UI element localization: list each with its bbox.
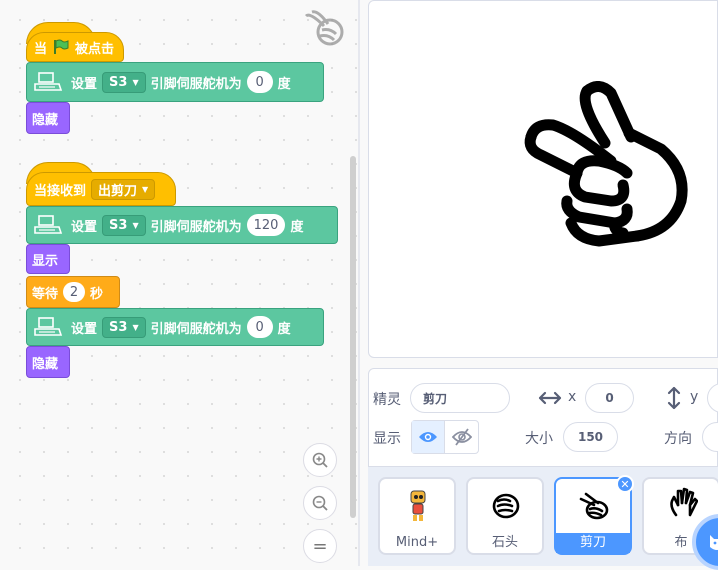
hide-block[interactable]: 隐藏 bbox=[26, 346, 70, 378]
green-flag-icon bbox=[54, 39, 69, 54]
sprite-tile-name: 剪刀 bbox=[556, 533, 630, 553]
message-dropdown[interactable]: 出剪刀 ▼ bbox=[91, 178, 156, 200]
show-hidden-button[interactable] bbox=[445, 421, 478, 453]
size-label: 大小 bbox=[525, 431, 553, 447]
when-flag-clicked-block[interactable]: 当 被点击 bbox=[26, 32, 124, 62]
servo-text: 引脚伺服舵机为 bbox=[150, 76, 242, 92]
sprite-tile-rock[interactable]: 石头 bbox=[466, 477, 544, 555]
delete-sprite-button[interactable]: ✕ bbox=[616, 475, 634, 493]
hide-label: 隐藏 bbox=[32, 112, 59, 128]
sprite-name-value: 剪刀 bbox=[423, 391, 448, 406]
servo-text: 引脚伺服舵机为 bbox=[150, 321, 242, 337]
horizontal-arrows-icon bbox=[538, 391, 562, 405]
x-label: x bbox=[568, 389, 577, 405]
show-toggle bbox=[411, 420, 479, 454]
set-label: 设置 bbox=[71, 219, 98, 235]
degree-label: 度 bbox=[290, 219, 304, 235]
zoom-in-button[interactable] bbox=[303, 443, 337, 477]
sprite-tile-mindplus[interactable]: Mind+ bbox=[378, 477, 456, 555]
caret-down-icon: ▼ bbox=[132, 77, 139, 87]
caret-down-icon: ▼ bbox=[132, 322, 139, 332]
zoom-out-button[interactable] bbox=[303, 486, 337, 520]
direction-label: 方向 bbox=[664, 431, 692, 447]
pin-value: S3 bbox=[109, 217, 128, 233]
zoom-reset-icon: = bbox=[312, 535, 328, 557]
workspace-scrollbar[interactable] bbox=[350, 156, 356, 518]
hide-block[interactable]: 隐藏 bbox=[26, 102, 70, 134]
set-servo-block[interactable]: 设置 S3 ▼ 引脚伺服舵机为 0 度 bbox=[26, 62, 324, 102]
show-block[interactable]: 显示 bbox=[26, 244, 70, 274]
size-value: 150 bbox=[577, 430, 604, 444]
vertical-arrows-icon bbox=[667, 386, 681, 410]
set-servo-block[interactable]: 设置 S3 ▼ 引脚伺服舵机为 120 度 bbox=[26, 206, 338, 244]
eye-icon bbox=[419, 432, 437, 442]
caret-down-icon: ▼ bbox=[132, 220, 139, 230]
wait-seconds-input[interactable]: 2 bbox=[63, 282, 86, 302]
angle-input[interactable]: 0 bbox=[246, 71, 273, 93]
hat-suffix: 被点击 bbox=[75, 41, 115, 57]
angle-input[interactable]: 120 bbox=[246, 214, 286, 236]
sprite-tile-scissors[interactable]: 剪刀 ✕ bbox=[554, 475, 634, 555]
pin-value: S3 bbox=[109, 319, 128, 335]
show-visible-button[interactable] bbox=[412, 421, 446, 453]
paper-hand-icon bbox=[670, 487, 698, 517]
zoom-in-icon bbox=[312, 452, 328, 468]
caret-down-icon: ▼ bbox=[142, 184, 149, 194]
stage[interactable] bbox=[368, 0, 718, 358]
set-label: 设置 bbox=[71, 76, 98, 92]
device-icon bbox=[34, 215, 63, 234]
angle-input[interactable]: 0 bbox=[246, 316, 273, 338]
servo-text: 引脚伺服舵机为 bbox=[150, 219, 242, 235]
cat-icon bbox=[710, 535, 718, 550]
eye-hidden-icon bbox=[451, 428, 472, 446]
scissors-hand-sprite[interactable] bbox=[519, 81, 689, 261]
zoom-reset-button[interactable]: = bbox=[303, 529, 337, 563]
pin-dropdown[interactable]: S3 ▼ bbox=[102, 71, 146, 93]
current-sprite-watermark-icon bbox=[304, 10, 344, 46]
sprite-tile-name: Mind+ bbox=[395, 535, 439, 550]
show-label: 显示 bbox=[32, 253, 59, 269]
hat-prefix: 当 bbox=[34, 41, 48, 57]
degree-label: 度 bbox=[277, 321, 291, 337]
hide-label: 隐藏 bbox=[32, 356, 59, 372]
sprite-label: 精灵 bbox=[373, 392, 401, 408]
robot-sprite-icon bbox=[410, 490, 426, 521]
device-icon bbox=[34, 317, 63, 336]
device-icon bbox=[34, 72, 63, 91]
pin-dropdown[interactable]: S3 ▼ bbox=[102, 214, 146, 236]
y-label: y bbox=[690, 389, 699, 405]
size-input[interactable]: 150 bbox=[563, 422, 618, 452]
rock-hand-icon bbox=[492, 493, 520, 519]
when-receive-block[interactable]: 当接收到 出剪刀 ▼ bbox=[26, 172, 176, 206]
set-servo-block[interactable]: 设置 S3 ▼ 引脚伺服舵机为 0 度 bbox=[26, 308, 324, 346]
wait-block[interactable]: 等待 2 秒 bbox=[26, 276, 120, 308]
x-input[interactable]: 0 bbox=[585, 383, 634, 413]
x-value: 0 bbox=[605, 391, 614, 405]
set-label: 设置 bbox=[71, 321, 98, 337]
hat-label: 当接收到 bbox=[34, 183, 87, 199]
panel-divider bbox=[358, 0, 360, 566]
scissors-hand-icon bbox=[579, 492, 609, 520]
show-label: 显示 bbox=[373, 431, 401, 447]
pin-dropdown[interactable]: S3 ▼ bbox=[102, 316, 146, 338]
close-icon: ✕ bbox=[620, 477, 630, 491]
sprite-tile-name: 石头 bbox=[491, 535, 518, 550]
sprite-name-input[interactable]: 剪刀 bbox=[410, 383, 510, 413]
seconds-label: 秒 bbox=[90, 286, 104, 302]
zoom-out-icon bbox=[312, 495, 328, 511]
message-value: 出剪刀 bbox=[98, 183, 138, 199]
wait-label: 等待 bbox=[32, 286, 59, 302]
degree-label: 度 bbox=[277, 76, 291, 92]
pin-value: S3 bbox=[109, 74, 128, 90]
